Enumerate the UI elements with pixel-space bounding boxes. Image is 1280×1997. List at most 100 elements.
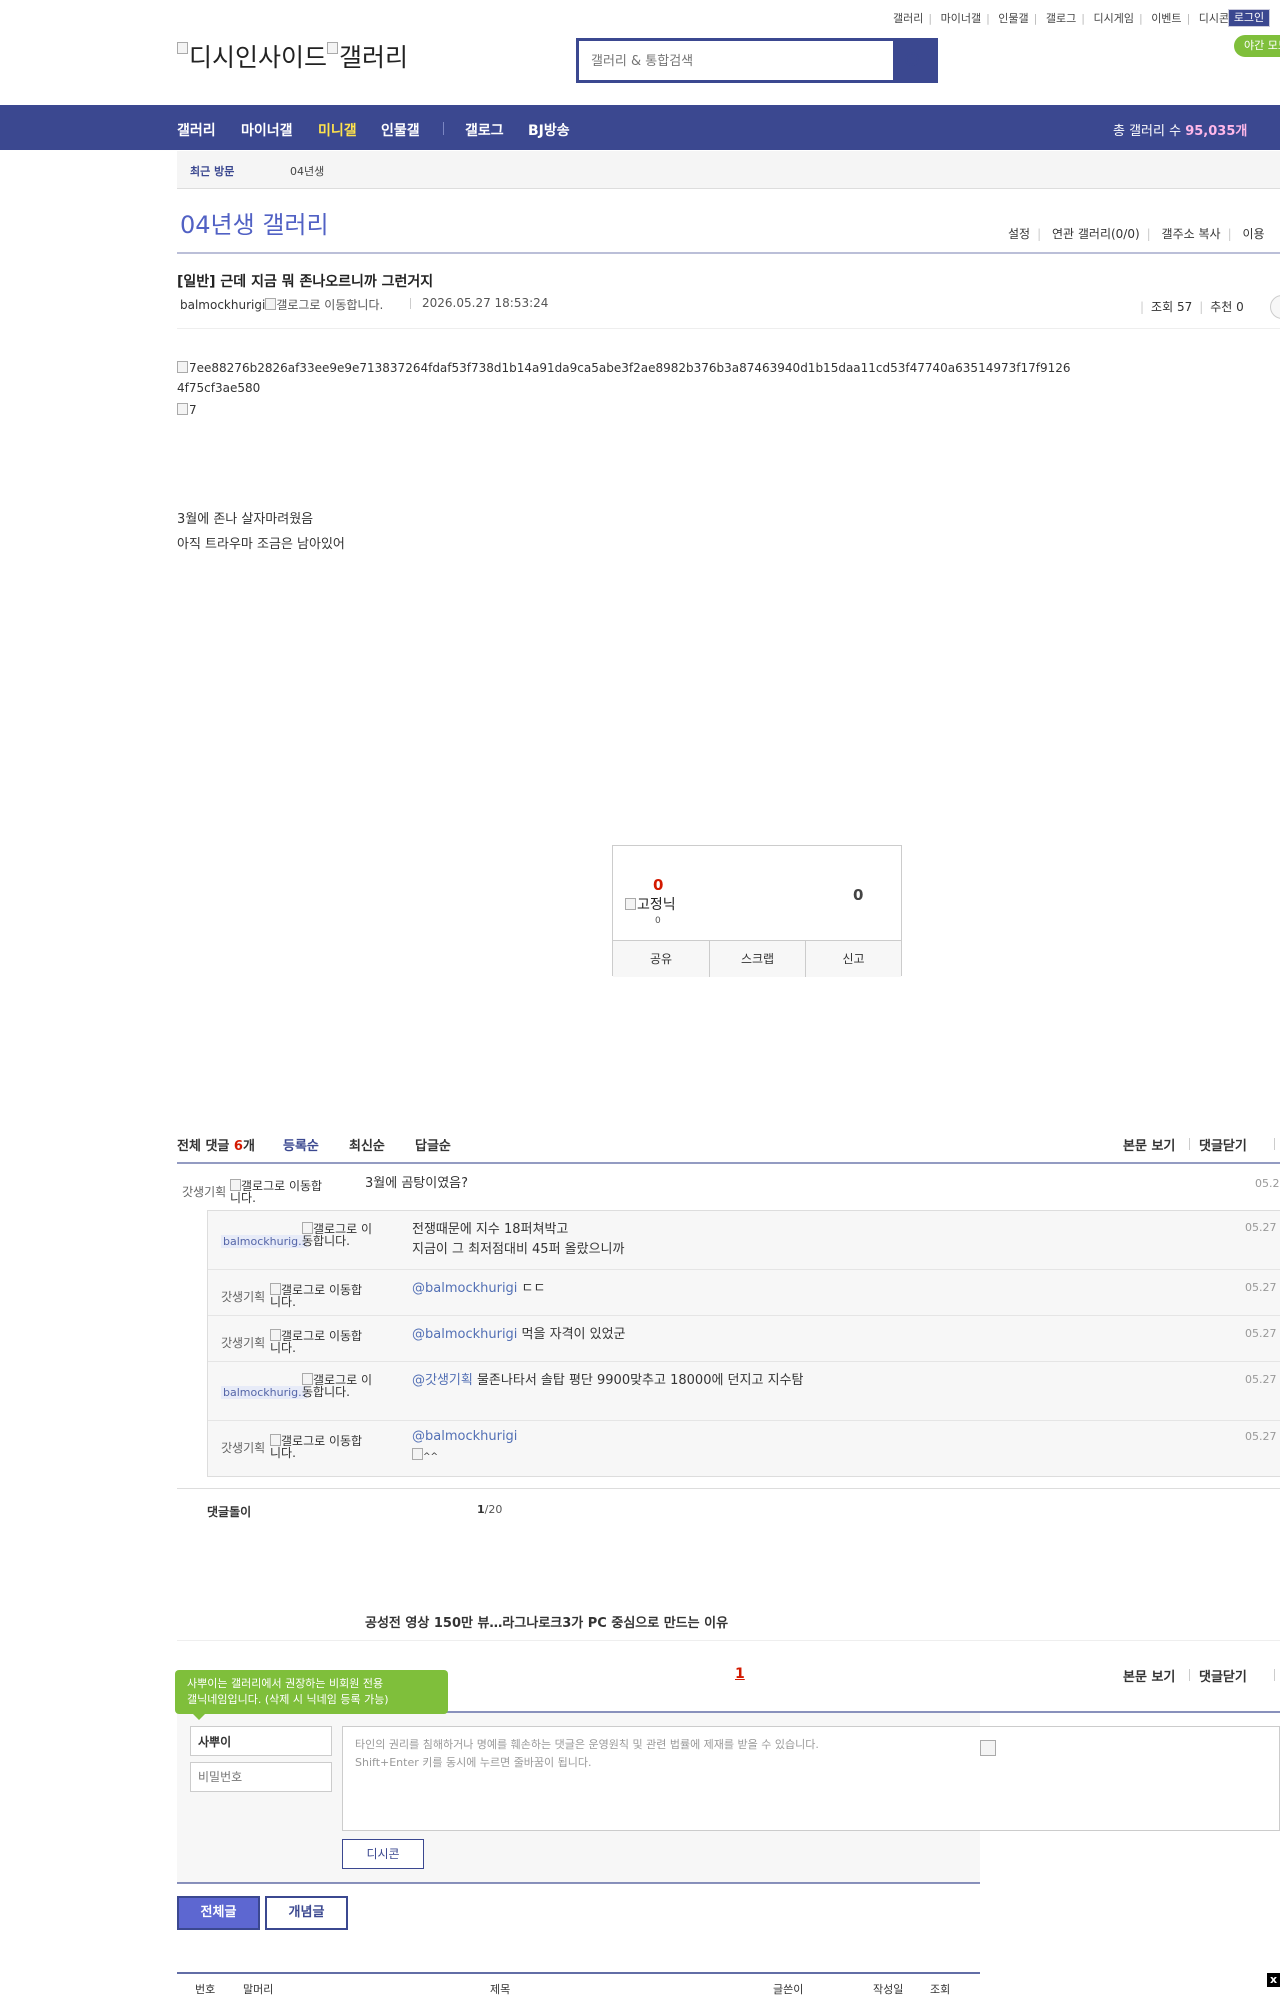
post-writer: balmockhurigi 갤로그로 이동합니다. — [180, 296, 383, 313]
gallog-icon[interactable]: 갤로그로 이동합니다. — [270, 1329, 370, 1354]
post-option-button[interactable] — [1270, 295, 1280, 319]
login-button[interactable]: 로그인 — [1228, 9, 1270, 27]
recommend-up-count: 0 — [653, 876, 664, 894]
sort-registered[interactable]: 등록순 — [283, 1135, 319, 1154]
nickname-input[interactable] — [190, 1726, 332, 1756]
comment-date: 05.27 1 — [1245, 1327, 1280, 1340]
comment-page-total: /20 — [484, 1503, 503, 1516]
view-post-button[interactable]: 본문 보기 — [1123, 1666, 1175, 1685]
top-link-event[interactable]: 이벤트 — [1151, 12, 1181, 25]
scrap-button[interactable]: 스크랩 — [709, 941, 805, 977]
top-link-gallery[interactable]: 갤러리 — [893, 12, 923, 25]
top-link-dccon[interactable]: 디시콘 — [1199, 12, 1229, 25]
related-gallery-link[interactable]: 연관 갤러리(0/0) — [1052, 227, 1140, 241]
recent-visit-item[interactable]: 04년생 — [290, 163, 324, 179]
post-list-divider — [177, 1972, 980, 1974]
comment-text: @balmockhurigi ㄷㄷ — [412, 1279, 545, 1299]
sort-reply[interactable]: 답글순 — [415, 1135, 451, 1154]
report-button[interactable]: 신고 — [805, 941, 901, 977]
all-posts-button[interactable]: 전체글 — [177, 1896, 260, 1930]
site-logo[interactable]: 디시인사이드 갤러리 — [177, 38, 408, 74]
top-link-person[interactable]: 인물갤 — [998, 12, 1028, 25]
comment-bot-label: 댓글돌이 — [207, 1505, 252, 1519]
top-link-gallog[interactable]: 갤로그 — [1046, 12, 1076, 25]
comment-nick[interactable]: 갓생기획 — [221, 1334, 265, 1351]
recent-visit-label[interactable]: 최근 방문 — [190, 163, 234, 179]
comment-page-indicator: 1/20 — [477, 1503, 502, 1516]
comment-mention[interactable]: @갓생기획 — [412, 1373, 473, 1388]
dccon-button[interactable]: 디시콘 — [342, 1839, 424, 1869]
comment-page-current: 1 — [477, 1503, 485, 1516]
post-body-line: 3월에 존나 살자마려웠음 — [177, 512, 314, 527]
night-mode-button[interactable]: 야간 모드 — [1234, 35, 1280, 57]
divider — [177, 1488, 1280, 1489]
comment-nick[interactable]: balmockhurig.. — [221, 1386, 308, 1399]
nav-gallog[interactable]: 갤로그 — [465, 120, 504, 140]
gallog-icon[interactable]: 갤로그로 이동합니다. — [302, 1222, 372, 1247]
nav-bj-broadcast[interactable]: BJ방송 — [528, 120, 570, 140]
comment-mention[interactable]: @balmockhurigi — [412, 1327, 517, 1342]
dccon-label: 디시콘 — [366, 1847, 400, 1861]
gallery-usage-link[interactable]: 이용 — [1242, 227, 1264, 241]
post-image-2[interactable]: 7 — [177, 403, 197, 417]
comment-text-body: 물존나타서 솔탑 평단 9900맞추고 18000에 던지고 지수탐 — [472, 1373, 804, 1388]
gallog-icon-alt: 갤로그로 이동합니다. — [276, 298, 384, 312]
comment-textarea[interactable]: 타인의 권리를 침해하거나 명예를 훼손하는 댓글은 운영원칙 및 관련 법률에… — [342, 1726, 1280, 1831]
recommend-actions: 공유 스크랩 신고 — [613, 940, 901, 977]
gallog-icon[interactable]: 갤로그로 이동합니다. — [270, 1434, 370, 1459]
nickname-tooltip: 사뿌이는 갤러리에서 권장하는 비회원 전용 갤닉네임입니다. (삭제 시 닉네… — [175, 1670, 448, 1720]
list-header-views: 조회 — [930, 1983, 951, 1996]
view-post-button[interactable]: 본문 보기 — [1123, 1135, 1175, 1154]
post-date: 2026.05.27 18:53:24 — [422, 296, 549, 310]
recent-visit-bar: 최근 방문 04년생 — [177, 151, 1280, 189]
close-comments-button[interactable]: 댓글닫기 — [1199, 1666, 1247, 1685]
divider — [1274, 1138, 1275, 1150]
search-input[interactable] — [589, 41, 913, 82]
top-link-minor[interactable]: 마이너갤 — [941, 12, 981, 25]
total-gallery-count-label: 총 갤러리 수 — [1113, 124, 1182, 139]
gallog-icon[interactable]: 갤로그로 이동합니다. — [302, 1373, 372, 1398]
close-icon[interactable]: x — [1267, 1973, 1280, 1987]
divider — [208, 1315, 1280, 1316]
gallery-settings-link[interactable]: 설정 — [1008, 227, 1030, 241]
comment-nick[interactable]: balmockhurig.. — [221, 1235, 308, 1248]
comment-date: 05.27 1 — [1245, 1373, 1280, 1386]
divider — [208, 1420, 1280, 1421]
copy-gallery-url-link[interactable]: 갤주소 복사 — [1162, 227, 1221, 241]
comment-mention[interactable]: @balmockhurigi — [412, 1429, 517, 1444]
comment-header: 전체 댓글 6개 등록순 최신순 답글순 본문 보기 댓글닫기 — [177, 1133, 1280, 1163]
post-writer-nick[interactable]: balmockhurigi — [180, 298, 265, 312]
post-stats: | 조회 57 | 추천 0 — [1140, 300, 1244, 314]
divider — [1189, 1138, 1190, 1150]
gallery-title[interactable]: 04년생 갤러리 — [180, 205, 329, 240]
recommend-down-count: 0 — [853, 886, 864, 904]
password-input[interactable] — [190, 1762, 332, 1792]
comment-text: 3월에 곰탕이였음? — [365, 1176, 469, 1191]
comment-page-link[interactable]: 1 — [735, 1666, 745, 1682]
nav-minor-gallery[interactable]: 마이너갤 — [241, 120, 293, 140]
gallery-menu: 설정 | 연관 갤러리(0/0) | 갤주소 복사 | 이용 — [1008, 227, 1265, 241]
comment-nick[interactable]: 갓생기획 — [221, 1288, 265, 1305]
close-comments-button[interactable]: 댓글닫기 — [1199, 1135, 1247, 1154]
sort-latest[interactable]: 최신순 — [349, 1135, 385, 1154]
nav-person-gallery[interactable]: 인물갤 — [381, 120, 420, 140]
textarea-placeholder-line: 타인의 권리를 침해하거나 명예를 훼손하는 댓글은 운영원칙 및 관련 법률에… — [355, 1738, 819, 1751]
top-link-dcgame[interactable]: 디시게임 — [1093, 12, 1133, 25]
nav-gallery[interactable]: 갤러리 — [177, 120, 216, 140]
news-link[interactable]: 공성전 영상 150만 뷰…라그나로크3가 PC 중심으로 만드는 이유 — [365, 1612, 728, 1631]
fixed-nick-recommend-label: 고정닉 — [625, 894, 676, 914]
concept-posts-button[interactable]: 개념글 — [265, 1896, 348, 1930]
comment-nick[interactable]: 갓생기획 — [182, 1183, 226, 1200]
search-icon — [905, 52, 919, 66]
fixed-nick-recommend-count: 0 — [655, 916, 661, 926]
comment-mention[interactable]: @balmockhurigi — [412, 1281, 517, 1296]
gallog-icon[interactable]: 갤로그로 이동합니다. — [230, 1179, 325, 1204]
share-button[interactable]: 공유 — [613, 941, 709, 977]
gallog-icon[interactable]: 갤로그로 이동합니다. — [265, 298, 383, 312]
post-image[interactable]: 7ee88276b2826af33ee9e9e713837264fdaf53f7… — [177, 358, 1077, 398]
nav-mini-gallery[interactable]: 미니갤 — [318, 120, 357, 140]
divider — [1274, 1669, 1275, 1681]
gallog-icon[interactable]: 갤로그로 이동합니다. — [270, 1283, 370, 1308]
search-button[interactable] — [893, 41, 935, 80]
comment-nick[interactable]: 갓생기획 — [221, 1439, 265, 1456]
